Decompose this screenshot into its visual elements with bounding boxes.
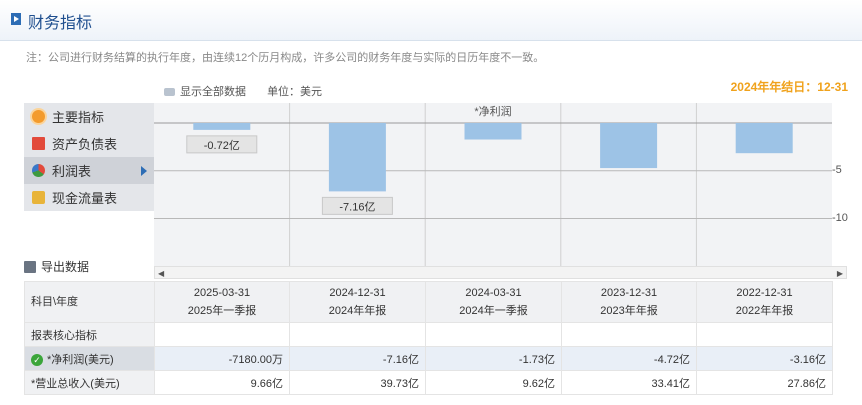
comment-icon [164,88,175,97]
column-period: 2024年年报 [328,305,387,317]
column-date: 2022-12-31 [736,287,793,299]
page-title: 财务指标 [28,15,93,32]
menu-item-label: 现金流量表 [52,191,118,206]
column-date: 2024-12-31 [329,287,386,299]
table-cell: -4.72亿 [561,346,697,371]
table-row-revenue[interactable]: *营业总收入(美元) 9.66亿 39.73亿 9.62亿 33.41亿 27.… [24,370,833,395]
unit-label: 单位：美元 [267,86,323,98]
menu-item-income-statement[interactable]: 利润表 [24,157,154,184]
table-cell: 27.86亿 [696,370,833,395]
table-header-row: 科目\年度 2025-03-31 2025年一季报 2024-12-31 2024年… [24,281,833,323]
chart-toolbar: 显示全部数据 单位：美元 [164,83,322,99]
year-end-date: 2024年年结日：12-31 [730,80,848,94]
column-period: 2024年一季报 [459,305,528,317]
column-period: 2022年年报 [735,305,794,317]
table-cell: -1.73亿 [425,346,562,371]
corner-header: 科目\年度 [24,281,155,323]
section-label: 报表核心指标 [24,322,155,347]
menu-item-key-indicators[interactable]: 主要指标 [24,103,154,130]
row-label-text: *净利润(美元) [47,353,114,366]
export-label: 导出数据 [41,260,90,274]
net-profit-chart: -0.72亿 -7.16亿 *净利润 [154,103,832,266]
chart-canvas: -0.72亿 -7.16亿 [154,103,832,266]
y-tick-label: -5 [832,164,842,176]
chart-horizontal-scrollbar[interactable]: ◀ ▶ [154,266,847,279]
table-cell: 39.73亿 [289,370,426,395]
menu-item-cash-flow[interactable]: 现金流量表 [24,184,154,211]
chevron-right-icon [141,166,147,176]
cash-icon [32,191,45,204]
column-period: 2023年年报 [600,305,658,317]
show-all-data-link[interactable]: 显示全部数据 [180,86,246,98]
menu-item-label: 利润表 [52,164,92,179]
title-marker-icon [11,13,21,25]
chart-data-label: -0.72亿 [204,139,240,152]
column-header: 2024-12-31 2024年年报 [289,281,426,323]
chart-bar [193,123,251,130]
sun-icon [32,110,45,123]
chart-bar [464,123,522,140]
chart-bar [600,123,658,169]
chart-bar [735,123,793,154]
report-menu: 主要指标 资产负债表 利润表 现金流量表 [24,103,154,211]
chart-title: *净利润 [474,106,512,118]
column-header: 2022-12-31 2022年年报 [696,281,833,323]
table-cell: -7180.00万 [154,346,290,371]
menu-item-label: 主要指标 [52,110,105,125]
scroll-left-icon[interactable]: ◀ [158,270,164,278]
menu-item-label: 资产负债表 [52,137,118,152]
fiscal-year-note: 注：公司进行财务结算的执行年度，由连续12个历月构成，许多公司的财务年度与实际的… [26,52,545,64]
document-icon [32,137,45,150]
panel-header: 财务指标 [0,0,862,41]
column-date: 2024-03-31 [465,287,522,299]
chart-bar [328,123,386,192]
column-date: 2023-12-31 [600,287,658,299]
save-icon [24,260,36,273]
chart-data-label: -7.16亿 [339,200,375,213]
y-tick-label: -10 [832,212,848,224]
table-cell: -3.16亿 [696,346,833,371]
scroll-right-icon[interactable]: ▶ [837,270,843,278]
table-row-net-profit[interactable]: ✓ *净利润(美元) -7180.00万 -7.16亿 -1.73亿 -4.72亿… [24,346,833,371]
export-data-button[interactable]: 导出数据 [24,258,89,275]
table-cell: -7.16亿 [289,346,426,371]
menu-item-balance-sheet[interactable]: 资产负债表 [24,130,154,157]
column-period: 2025年一季报 [187,305,257,317]
column-header: 2023-12-31 2023年年报 [561,281,697,323]
row-label: *营业总收入(美元) [24,370,155,395]
check-icon: ✓ [31,353,43,366]
column-date: 2025-03-31 [193,287,251,299]
table-cell: 9.66亿 [154,370,290,395]
pie-chart-icon [32,164,45,177]
financial-table: 科目\年度 2025-03-31 2025年一季报 2024-12-31 2024年… [24,281,833,395]
table-cell: 9.62亿 [425,370,562,395]
section-row: 报表核心指标 [24,322,833,347]
column-header: 2024-03-31 2024年一季报 [425,281,562,323]
table-cell: 33.41亿 [561,370,697,395]
row-label: ✓ *净利润(美元) [24,346,155,371]
column-header: 2025-03-31 2025年一季报 [154,281,290,323]
